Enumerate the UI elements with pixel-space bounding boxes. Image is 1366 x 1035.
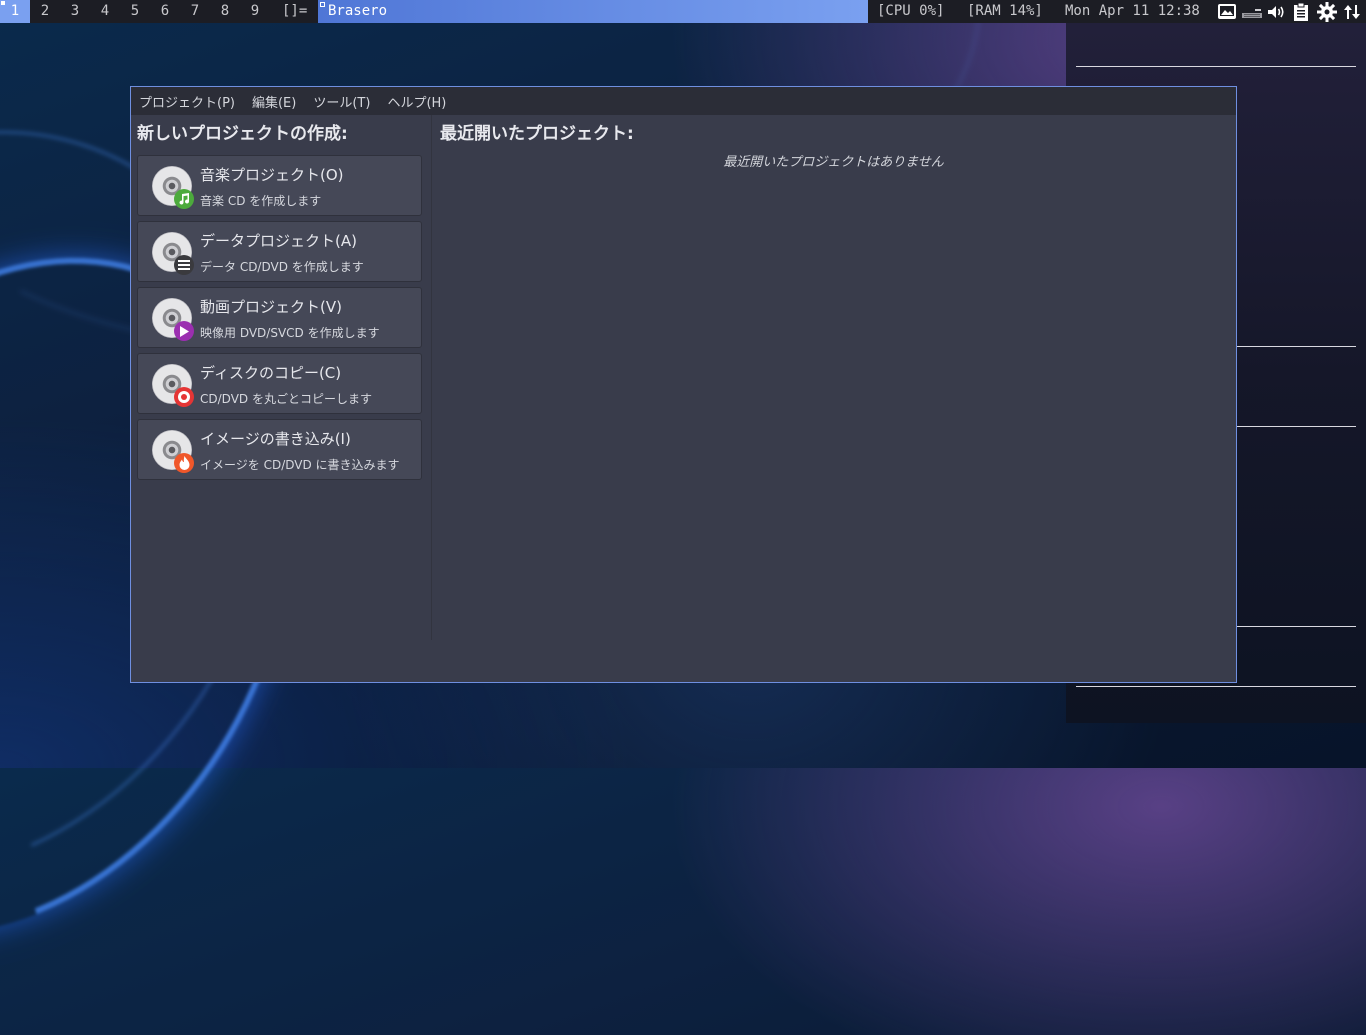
layout-indicator[interactable]: []=	[282, 0, 307, 23]
project-subtitle: 映像用 DVD/SVCD を作成します	[200, 326, 380, 340]
menu-project[interactable]: プロジェクト(P)	[139, 92, 235, 111]
recent-projects-empty-message: 最近開いたプロジェクトはありません	[723, 155, 944, 170]
menu-bar: プロジェクト(P) 編集(E) ツール(T) ヘルプ(H)	[131, 87, 1236, 115]
keyboard-icon[interactable]	[1240, 2, 1264, 21]
menu-edit[interactable]: 編集(E)	[252, 92, 296, 111]
workspace-2[interactable]: 2	[30, 0, 60, 23]
workspace-5[interactable]: 5	[120, 0, 150, 23]
workspace-4[interactable]: 4	[90, 0, 120, 23]
burn-image-button[interactable]: イメージの書き込み(I) イメージを CD/DVD に書き込みます	[137, 419, 422, 480]
project-subtitle: 音楽 CD を作成します	[200, 194, 322, 208]
clipboard-icon[interactable]	[1291, 2, 1311, 21]
menu-tools[interactable]: ツール(T)	[313, 92, 370, 111]
workspace-1[interactable]: 1	[0, 0, 30, 23]
brasero-window: プロジェクト(P) 編集(E) ツール(T) ヘルプ(H) 新しいプロジェクトの…	[130, 86, 1237, 683]
project-title: ディスクのコピー(C)	[200, 364, 342, 382]
workspace-9[interactable]: 9	[240, 0, 270, 23]
disc-copy-button[interactable]: ディスクのコピー(C) CD/DVD を丸ごとコピーします	[137, 353, 422, 414]
panel-divider	[1237, 426, 1356, 427]
workspace-7[interactable]: 7	[180, 0, 210, 23]
project-title: イメージの書き込み(I)	[200, 430, 351, 448]
music-note-icon	[174, 189, 194, 209]
project-subtitle: CD/DVD を丸ごとコピーします	[200, 392, 372, 406]
volume-icon[interactable]	[1265, 2, 1287, 21]
focused-window-title[interactable]: Brasero	[318, 0, 868, 23]
play-icon	[174, 321, 194, 341]
data-project-button[interactable]: データプロジェクト(A) データ CD/DVD を作成します	[137, 221, 422, 282]
project-title: 動画プロジェクト(V)	[200, 298, 342, 316]
disc-copy-icon	[174, 387, 194, 407]
panel-divider	[1237, 626, 1356, 627]
new-project-heading: 新しいプロジェクトの作成:	[137, 124, 348, 144]
panel-divider	[1076, 686, 1356, 687]
menu-help[interactable]: ヘルプ(H)	[387, 92, 446, 111]
workspace-8[interactable]: 8	[210, 0, 240, 23]
top-status-bar: 1 2 3 4 5 6 7 8 9 []= Brasero [CPU 0%] […	[0, 0, 1366, 23]
project-subtitle: イメージを CD/DVD に書き込みます	[200, 458, 400, 472]
audio-project-button[interactable]: 音楽プロジェクト(O) 音楽 CD を作成します	[137, 155, 422, 216]
project-subtitle: データ CD/DVD を作成します	[200, 260, 364, 274]
workspace-3[interactable]: 3	[60, 0, 90, 23]
project-title: 音楽プロジェクト(O)	[200, 166, 344, 184]
flame-icon	[174, 453, 194, 473]
panel-divider	[1237, 346, 1356, 347]
video-project-button[interactable]: 動画プロジェクト(V) 映像用 DVD/SVCD を作成します	[137, 287, 422, 348]
ram-usage: [RAM 14%]	[967, 3, 1043, 19]
clock: Mon Apr 11 12:38	[1065, 3, 1200, 19]
project-title: データプロジェクト(A)	[200, 232, 357, 250]
screenshot-icon[interactable]	[1216, 2, 1238, 21]
workspace-6[interactable]: 6	[150, 0, 180, 23]
list-icon	[174, 255, 194, 275]
panel-divider	[1076, 66, 1356, 67]
network-transfer-icon[interactable]	[1341, 2, 1363, 21]
settings-icon[interactable]	[1316, 1, 1338, 22]
recent-projects-heading: 最近開いたプロジェクト:	[440, 124, 634, 144]
cpu-usage: [CPU 0%]	[877, 3, 945, 19]
